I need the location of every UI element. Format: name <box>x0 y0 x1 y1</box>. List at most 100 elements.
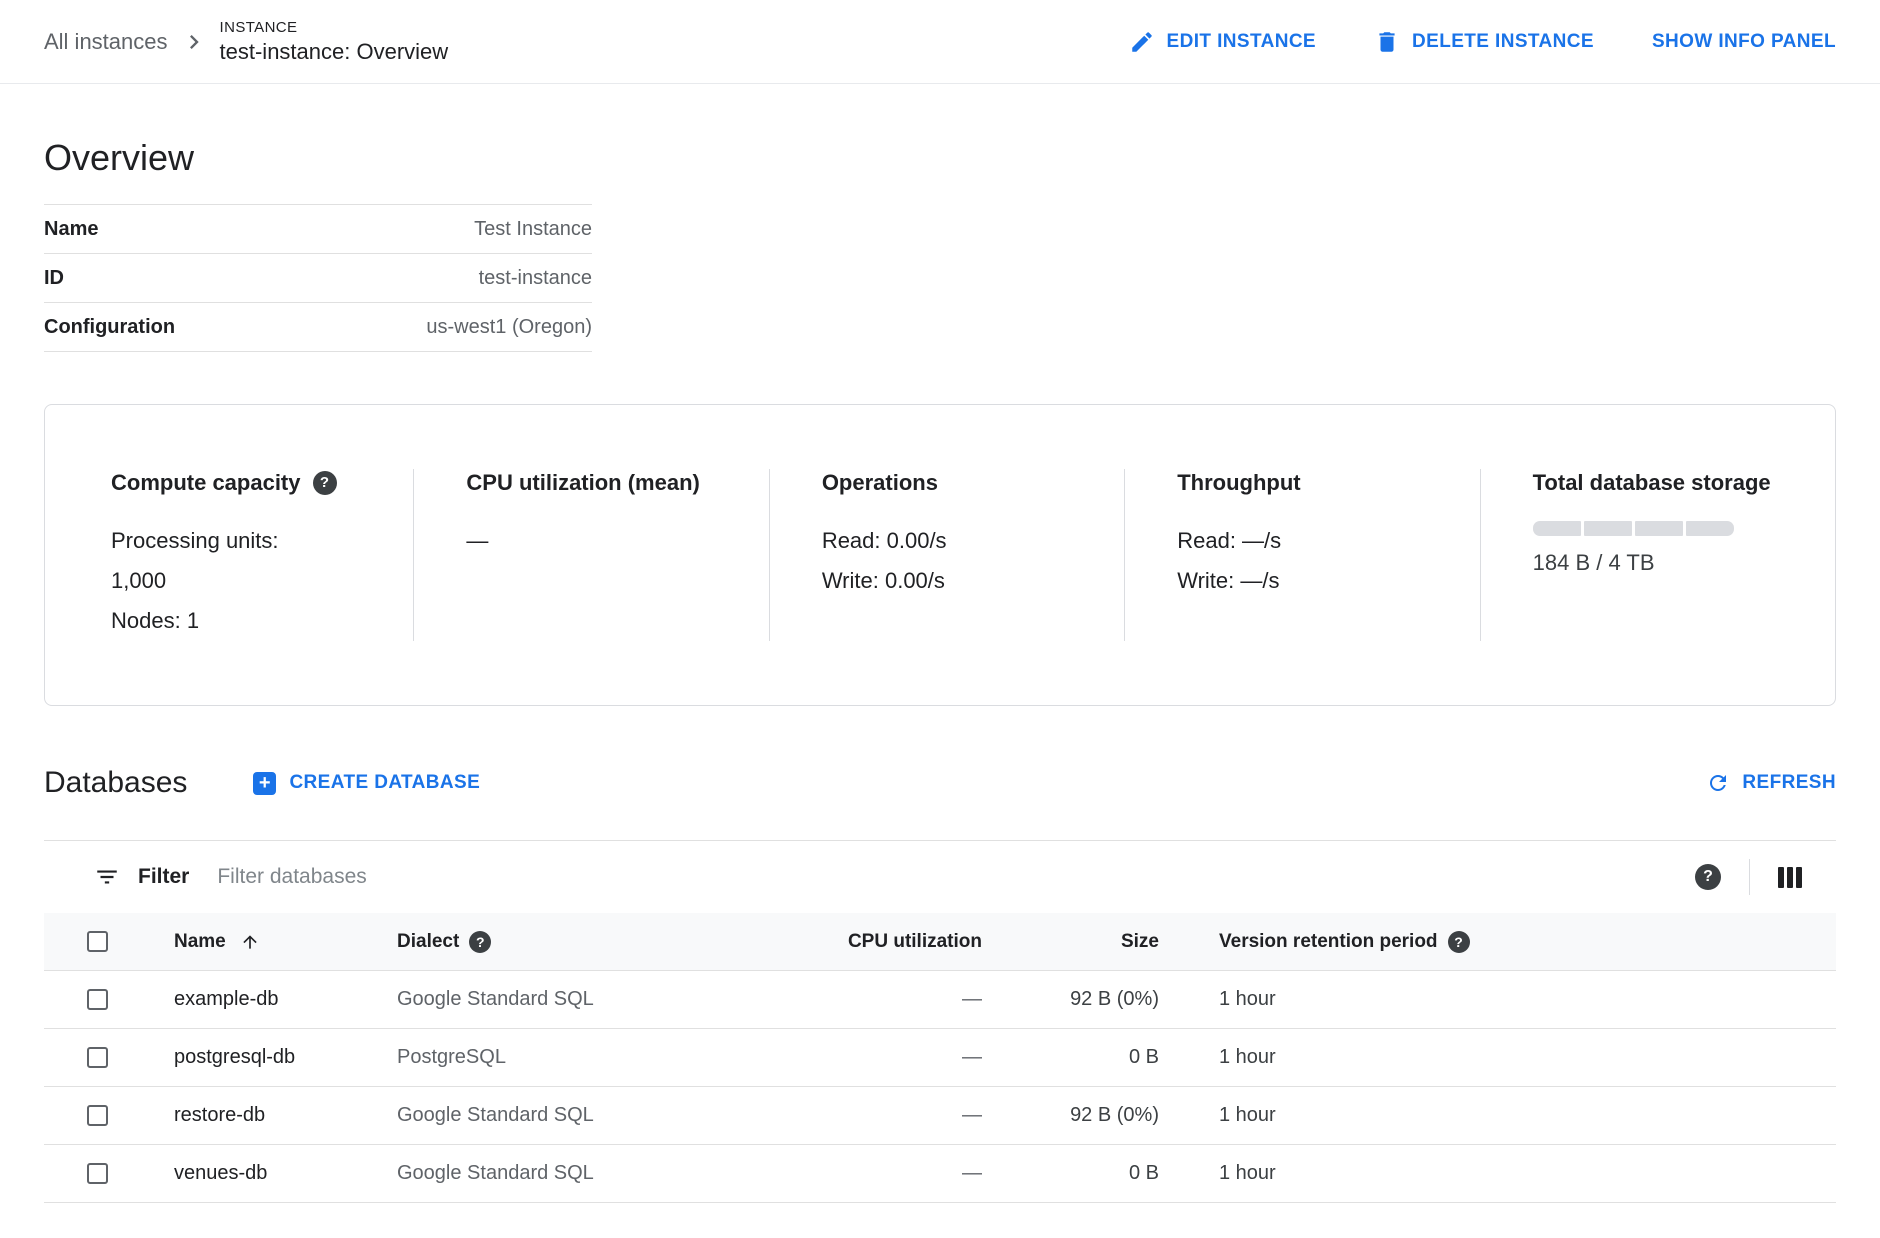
databases-section-header: Databases + CREATE DATABASE REFRESH <box>44 766 1836 800</box>
detail-value: test-instance <box>479 267 592 290</box>
filter-label: Filter <box>138 865 189 889</box>
table-row: venues-db Google Standard SQL — 0 B 1 ho… <box>44 1145 1836 1203</box>
table-row: example-db Google Standard SQL — 92 B (0… <box>44 971 1836 1029</box>
main-content: Overview Name Test Instance ID test-inst… <box>0 136 1880 1203</box>
vertical-divider <box>1749 859 1750 895</box>
databases-heading: Databases <box>44 766 187 800</box>
metric-value: — <box>466 521 728 561</box>
storage-usage-bar <box>1533 521 1795 536</box>
database-retention-period: 1 hour <box>1159 988 1836 1011</box>
edit-instance-label: EDIT INSTANCE <box>1167 31 1316 53</box>
storage-bar-segment <box>1686 521 1734 536</box>
metric-throughput: Throughput Read: —/s Write: —/s <box>1124 469 1479 641</box>
row-cell-checkbox <box>44 989 174 1010</box>
help-icon[interactable]: ? <box>1695 864 1721 890</box>
column-label: CPU utilization <box>848 931 982 953</box>
database-retention-period: 1 hour <box>1159 1104 1836 1127</box>
row-cell-checkbox <box>44 1047 174 1068</box>
storage-bar-segment <box>1635 521 1683 536</box>
column-label: Name <box>174 931 226 953</box>
database-retention-period: 1 hour <box>1159 1162 1836 1185</box>
metric-value: Write: —/s <box>1177 561 1439 601</box>
header-cell-dialect: Dialect ? <box>397 931 720 953</box>
metric-title: Total database storage <box>1533 469 1795 497</box>
database-size: 92 B (0%) <box>982 988 1159 1011</box>
detail-value: us-west1 (Oregon) <box>426 316 592 339</box>
chevron-right-icon <box>180 28 208 56</box>
detail-label: ID <box>44 267 64 290</box>
database-retention-period: 1 hour <box>1159 1046 1836 1069</box>
column-label: Version retention period <box>1219 931 1438 953</box>
detail-label: Name <box>44 218 98 241</box>
database-cpu-utilization: — <box>720 1104 982 1127</box>
row-checkbox[interactable] <box>87 1163 108 1184</box>
instance-details-table: Name Test Instance ID test-instance Conf… <box>44 204 592 352</box>
breadcrumb: All instances INSTANCE test-instance: Ov… <box>44 19 448 65</box>
metric-compute-capacity: Compute capacity ? Processing units: 1,0… <box>45 469 413 641</box>
help-icon[interactable]: ? <box>469 931 491 953</box>
breadcrumb-all-instances[interactable]: All instances <box>44 29 168 55</box>
create-database-label: CREATE DATABASE <box>289 772 480 794</box>
row-checkbox[interactable] <box>87 1047 108 1068</box>
help-icon[interactable]: ? <box>313 471 337 495</box>
sort-ascending-icon[interactable] <box>240 932 260 952</box>
breadcrumb-current: INSTANCE test-instance: Overview <box>220 19 449 65</box>
metric-title-text: Operations <box>822 469 938 497</box>
table-row: restore-db Google Standard SQL — 92 B (0… <box>44 1087 1836 1145</box>
metric-value: 1,000 <box>111 561 373 601</box>
database-name-link[interactable]: venues-db <box>174 1162 397 1185</box>
storage-bar-segment <box>1584 521 1632 536</box>
delete-instance-button[interactable]: DELETE INSTANCE <box>1374 29 1594 55</box>
entity-type-label: INSTANCE <box>220 19 449 36</box>
database-dialect: Google Standard SQL <box>397 1162 720 1185</box>
create-database-button[interactable]: + CREATE DATABASE <box>253 772 480 795</box>
metric-value: Read: —/s <box>1177 521 1439 561</box>
column-label: Size <box>1121 931 1159 953</box>
refresh-label: REFRESH <box>1742 772 1836 794</box>
help-icon[interactable]: ? <box>1448 931 1470 953</box>
database-name-link[interactable]: restore-db <box>174 1104 397 1127</box>
metric-title-text: Total database storage <box>1533 469 1771 497</box>
database-cpu-utilization: — <box>720 1046 982 1069</box>
page-title: test-instance: Overview <box>220 39 449 65</box>
show-info-panel-label: SHOW INFO PANEL <box>1652 31 1836 53</box>
metric-value: Read: 0.00/s <box>822 521 1084 561</box>
metric-title: Compute capacity ? <box>111 469 373 497</box>
database-size: 0 B <box>982 1162 1159 1185</box>
database-name-link[interactable]: example-db <box>174 988 397 1011</box>
column-label: Dialect <box>397 931 459 953</box>
filter-bar: Filter ? <box>44 841 1836 913</box>
refresh-button[interactable]: REFRESH <box>1706 771 1836 795</box>
topbar: All instances INSTANCE test-instance: Ov… <box>0 0 1880 84</box>
row-checkbox[interactable] <box>87 1105 108 1126</box>
metric-operations: Operations Read: 0.00/s Write: 0.00/s <box>769 469 1124 641</box>
select-all-checkbox[interactable] <box>87 931 108 952</box>
overview-heading: Overview <box>44 136 1836 180</box>
metric-title-text: CPU utilization (mean) <box>466 469 699 497</box>
metric-title-text: Throughput <box>1177 469 1300 497</box>
metric-title-text: Compute capacity <box>111 469 301 497</box>
row-checkbox[interactable] <box>87 989 108 1010</box>
edit-instance-button[interactable]: EDIT INSTANCE <box>1129 29 1316 55</box>
filter-icon <box>94 864 120 890</box>
header-cell-cpu-utilization: CPU utilization <box>720 931 982 953</box>
row-cell-checkbox <box>44 1105 174 1126</box>
table-row: postgresql-db PostgreSQL — 0 B 1 hour <box>44 1029 1836 1087</box>
metric-cpu-utilization: CPU utilization (mean) — <box>413 469 768 641</box>
metric-title: CPU utilization (mean) <box>466 469 728 497</box>
header-cell-name[interactable]: Name <box>174 931 397 953</box>
database-dialect: Google Standard SQL <box>397 1104 720 1127</box>
database-cpu-utilization: — <box>720 988 982 1011</box>
metric-value: Write: 0.00/s <box>822 561 1084 601</box>
metric-value: Processing units: <box>111 521 373 561</box>
metric-value: Nodes: 1 <box>111 601 373 641</box>
filter-databases-input[interactable] <box>217 865 1695 889</box>
database-name-link[interactable]: postgresql-db <box>174 1046 397 1069</box>
header-actions: EDIT INSTANCE DELETE INSTANCE SHOW INFO … <box>1129 29 1836 55</box>
database-cpu-utilization: — <box>720 1162 982 1185</box>
show-info-panel-button[interactable]: SHOW INFO PANEL <box>1652 31 1836 53</box>
metric-total-database-storage: Total database storage 184 B / 4 TB <box>1480 469 1835 641</box>
metric-title: Throughput <box>1177 469 1439 497</box>
database-size: 0 B <box>982 1046 1159 1069</box>
column-display-options-icon[interactable] <box>1778 867 1808 888</box>
